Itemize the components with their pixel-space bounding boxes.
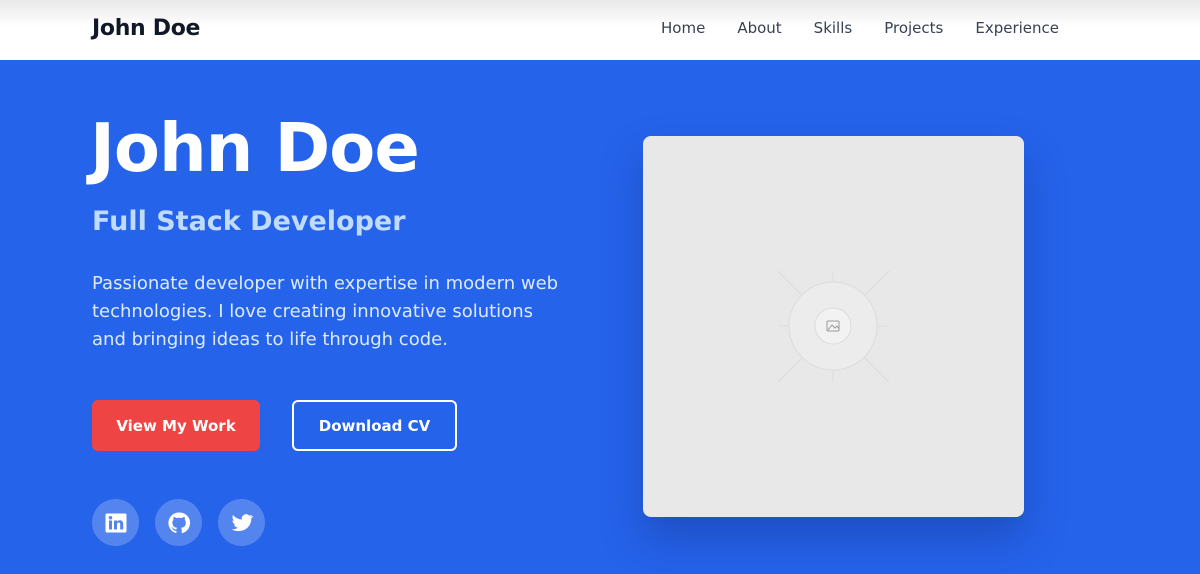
brand-logo[interactable]: John Doe [92,16,200,41]
hero-description: Passionate developer with expertise in m… [92,273,559,350]
github-icon [167,511,190,533]
image-placeholder-graphic [777,270,890,383]
hero-role: Full Stack Developer [92,206,406,237]
twitter-icon [231,513,253,531]
profile-image-placeholder [643,136,1024,517]
nav-link-experience[interactable]: Experience [975,19,1059,37]
nav-link-skills[interactable]: Skills [814,19,853,37]
twitter-link[interactable] [218,499,265,546]
nav-link-about[interactable]: About [737,19,781,37]
linkedin-icon [105,513,126,532]
nav-links: Home About Skills Projects Experience [661,19,1059,37]
nav-link-home[interactable]: Home [661,19,705,37]
download-cv-button[interactable]: Download CV [292,400,457,451]
social-links [92,499,265,546]
linkedin-link[interactable] [92,499,139,546]
nav-link-projects[interactable]: Projects [884,19,943,37]
hero-section: John Doe Full Stack Developer Passionate… [0,60,1200,574]
view-my-work-button[interactable]: View My Work [92,400,260,451]
hero-name: John Doe [90,109,420,187]
github-link[interactable] [155,499,202,546]
navbar: John Doe Home About Skills Projects Expe… [0,0,1200,60]
